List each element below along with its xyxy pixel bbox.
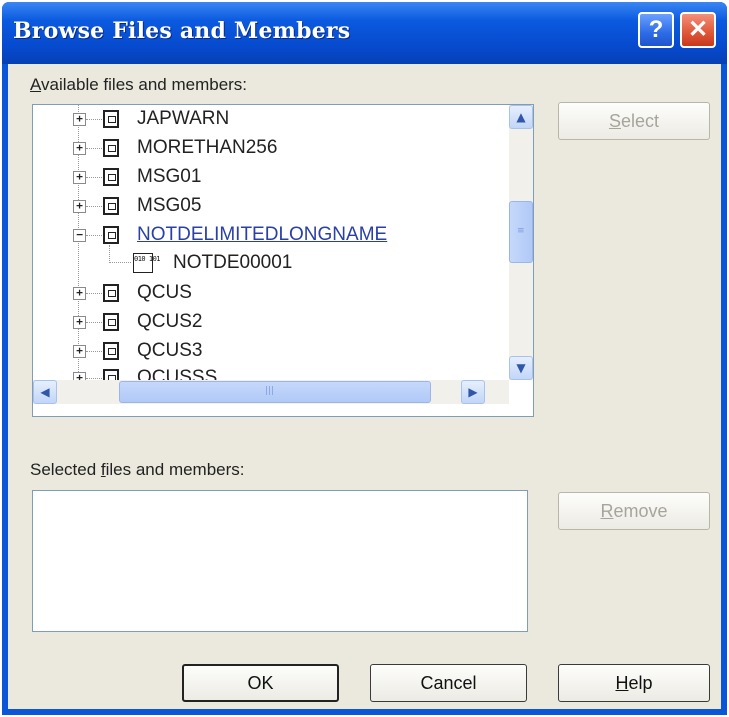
file-icon xyxy=(103,168,119,186)
expand-icon[interactable]: + xyxy=(73,171,86,184)
file-icon xyxy=(103,226,119,244)
file-icon xyxy=(103,110,119,128)
tree-item-label: QCUS2 xyxy=(137,311,203,332)
selected-files-list[interactable] xyxy=(32,490,528,632)
title-bar[interactable]: Browse Files and Members ? ✕ xyxy=(2,2,727,64)
dialog-title: Browse Files and Members xyxy=(13,18,351,44)
available-files-tree[interactable]: + JAPWARN + MORETHAN256 + MSG01 + MSG05 … xyxy=(32,104,534,417)
file-icon xyxy=(103,139,119,157)
collapse-icon[interactable]: − xyxy=(73,229,86,242)
tree-item-label: MORETHAN256 xyxy=(137,137,278,158)
available-files-label: Available files and members: xyxy=(30,75,248,94)
tree-item-label: QCUS3 xyxy=(137,340,203,361)
grip-icon: ||| xyxy=(265,386,275,396)
tree-item-label: MSG05 xyxy=(137,195,202,216)
scroll-right-icon[interactable]: ▶ xyxy=(461,380,485,404)
expand-icon[interactable]: + xyxy=(73,287,86,300)
file-icon xyxy=(103,342,119,360)
grip-icon: ≡ xyxy=(517,226,525,236)
expand-icon[interactable]: + xyxy=(73,113,86,126)
vertical-scroll-thumb[interactable]: ≡ xyxy=(509,201,533,263)
expand-icon[interactable]: + xyxy=(73,200,86,213)
dialog-window: Browse Files and Members ? ✕ Available f… xyxy=(2,2,727,715)
help-icon[interactable]: ? xyxy=(638,12,674,48)
scroll-left-icon[interactable]: ◀ xyxy=(33,380,57,404)
scroll-up-icon[interactable]: ▲ xyxy=(509,105,533,129)
file-icon xyxy=(103,284,119,302)
expand-icon[interactable]: + xyxy=(73,142,86,155)
ok-button[interactable]: OK xyxy=(182,664,339,702)
expand-icon[interactable]: + xyxy=(73,316,86,329)
tree-item-label: JAPWARN xyxy=(137,108,230,129)
tree-item-label: QCUS xyxy=(137,282,192,303)
file-icon xyxy=(103,197,119,215)
binary-member-icon: 010 101 xyxy=(133,253,161,273)
tree-item-label: NOTDELIMITEDLONGNAME xyxy=(137,224,388,245)
expand-icon[interactable]: + xyxy=(73,345,86,358)
dialog-body: Available files and members: + JAPWARN +… xyxy=(8,64,721,709)
help-button[interactable]: Help xyxy=(558,664,710,702)
file-icon xyxy=(103,313,119,331)
selected-files-label: Selected files and members: xyxy=(30,460,245,479)
remove-button[interactable]: Remove xyxy=(558,492,710,530)
scroll-down-icon[interactable]: ▼ xyxy=(509,356,533,380)
close-icon[interactable]: ✕ xyxy=(680,12,716,48)
cancel-button[interactable]: Cancel xyxy=(370,664,527,702)
select-button[interactable]: Select xyxy=(558,102,710,140)
tree-item-label: MSG01 xyxy=(137,166,202,187)
tree-item-label: NOTDE00001 xyxy=(173,252,293,273)
horizontal-scroll-thumb[interactable]: ||| xyxy=(119,381,431,403)
